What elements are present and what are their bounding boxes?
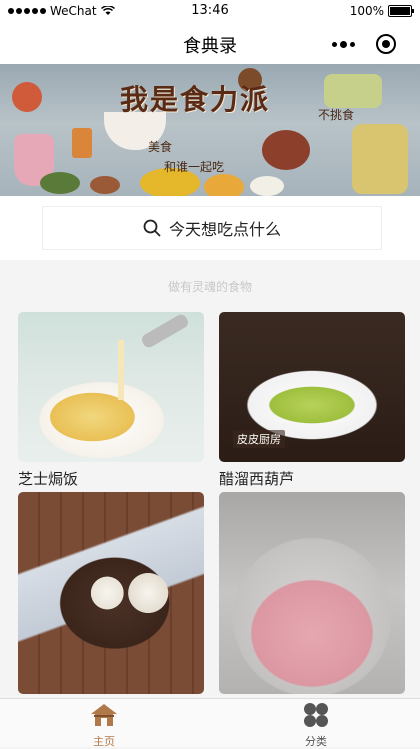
recipe-photo[interactable]: 皮皮厨房: [219, 312, 405, 462]
section-subtitle: 做有灵魂的食物: [167, 280, 252, 294]
tab-home[interactable]: 主页: [74, 702, 134, 749]
banner-tag-right: 不挑食: [318, 108, 355, 122]
mini-program-capsule: [322, 30, 406, 58]
home-icon: [91, 704, 117, 726]
recipe-card[interactable]: 皮皮厨房 醋溜西葫芦: [219, 312, 405, 488]
close-miniprogram-icon[interactable]: [375, 34, 396, 54]
battery-icon: [388, 5, 414, 17]
more-icon[interactable]: [332, 40, 356, 48]
nav-bar: 食典录: [0, 22, 420, 64]
photo-watermark: 皮皮厨房: [233, 430, 285, 448]
search-section: 今天想吃点什么: [0, 196, 420, 260]
banner-tag-left: 美食: [148, 140, 173, 154]
status-bar: WeChat 13:46 100%: [0, 0, 420, 22]
recipe-photo[interactable]: [18, 492, 204, 694]
banner-tag-bottom: 和谁一起吃: [164, 160, 225, 174]
tab-bar: 主页 分类: [0, 698, 420, 749]
recipe-card[interactable]: 芝士焗饭: [18, 312, 204, 488]
battery-percent: 100%: [349, 4, 384, 18]
recipe-name: 芝士焗饭: [18, 470, 79, 488]
category-icon: [304, 703, 328, 727]
search-placeholder: 今天想吃点什么: [168, 220, 281, 239]
recipe-photo[interactable]: [18, 312, 204, 462]
recipe-card[interactable]: [18, 492, 204, 720]
tab-category[interactable]: 分类: [286, 702, 346, 749]
search-icon: [143, 219, 161, 237]
recipe-photo[interactable]: [219, 492, 405, 694]
search-input[interactable]: 今天想吃点什么: [42, 206, 382, 250]
battery-status: 100%: [349, 4, 414, 18]
banner-image[interactable]: 我是食力派 不挑食 美食 和谁一起吃: [0, 64, 420, 196]
recipe-card[interactable]: [219, 492, 405, 720]
recipe-name: 醋溜西葫芦: [219, 470, 295, 488]
banner-title: 我是食力派: [120, 83, 271, 116]
